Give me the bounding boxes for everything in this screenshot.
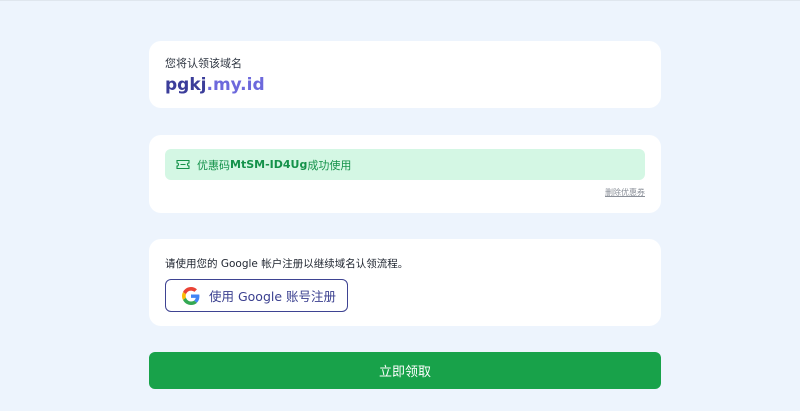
remove-coupon-link[interactable]: 删除优惠券 <box>605 187 645 198</box>
domain-label: 您将认领该域名 <box>165 57 242 70</box>
domain-card: 您将认领该域名 pgkj.my.id <box>149 41 661 108</box>
domain-name: pgkj.my.id <box>165 75 265 95</box>
google-signup-card: 请使用您的 Google 帐户注册以继续域名认领流程。 使用 Google 账号… <box>149 239 661 326</box>
coupon-suffix: 成功使用 <box>307 158 352 172</box>
domain-base: pgkj <box>165 75 207 95</box>
coupon-code: MtSM-ID4Ug <box>230 158 308 171</box>
google-signup-button[interactable]: 使用 Google 账号注册 <box>165 279 348 312</box>
coupon-card: 优惠码 MtSM-ID4Ug 成功使用 删除优惠券 <box>149 135 661 213</box>
google-signup-label: 使用 Google 账号注册 <box>209 289 337 304</box>
google-signup-description: 请使用您的 Google 帐户注册以继续域名认领流程。 <box>165 258 409 270</box>
domain-suffix: .my.id <box>206 75 265 95</box>
coupon-success-banner: 优惠码 MtSM-ID4Ug 成功使用 <box>165 149 645 180</box>
google-icon <box>182 286 200 305</box>
claim-now-button[interactable]: 立即领取 <box>149 352 661 389</box>
coupon-prefix: 优惠码 <box>197 158 230 172</box>
ticket-icon <box>176 159 190 170</box>
top-divider <box>0 0 800 1</box>
